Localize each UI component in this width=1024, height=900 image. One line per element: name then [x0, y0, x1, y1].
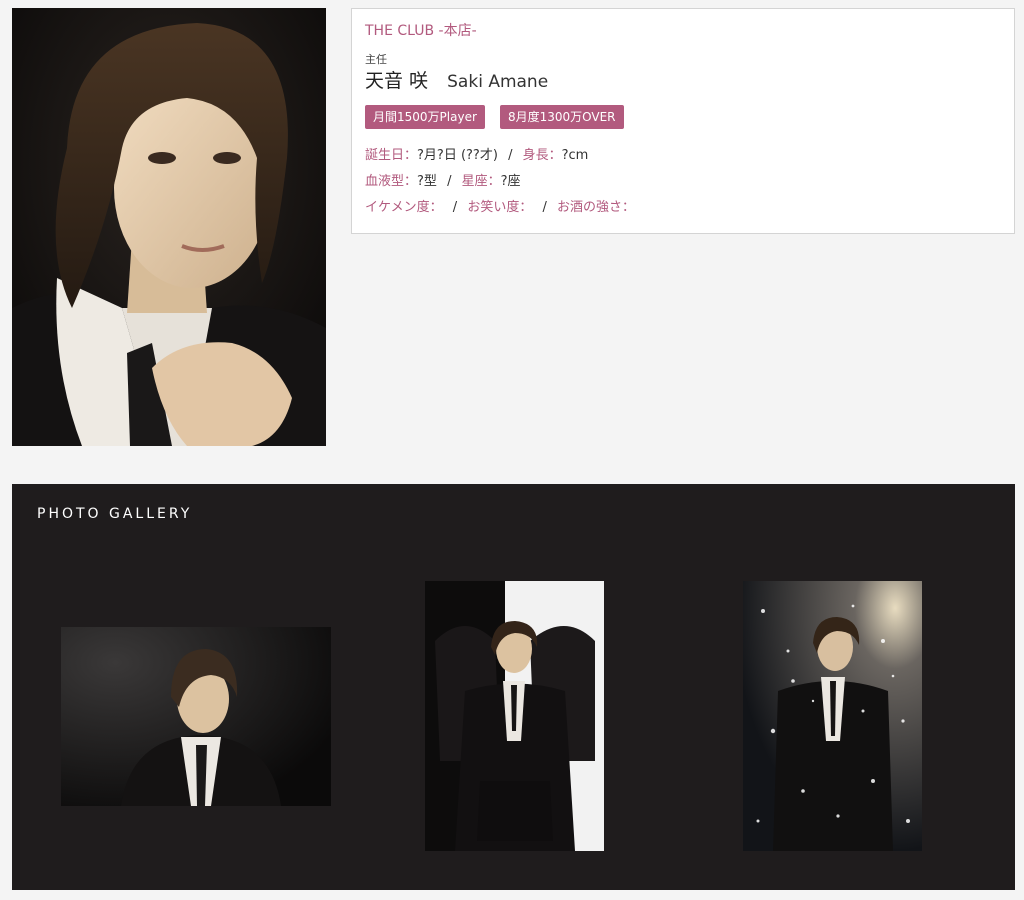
- name-row: 天音 咲 Saki Amane: [365, 69, 1001, 95]
- colon: ：: [404, 148, 418, 163]
- height-value: ?cm: [561, 148, 589, 163]
- position-label: 主任: [365, 53, 387, 66]
- colon: ：: [487, 174, 501, 189]
- separator: /: [452, 200, 458, 215]
- profile-photo: [12, 8, 326, 446]
- separator: /: [508, 148, 513, 163]
- humor-label: お笑い度: [467, 200, 520, 215]
- zodiac-label: 星座: [461, 174, 488, 189]
- gallery-photo[interactable]: [743, 581, 922, 851]
- separator: /: [447, 174, 452, 189]
- colon: ：: [519, 200, 533, 215]
- colon: ：: [622, 200, 636, 215]
- name-english: Saki Amane: [447, 72, 549, 92]
- detail-line-ratings: イケメン度： / お笑い度： / お酒の強さ：: [365, 195, 1001, 221]
- shop-name[interactable]: THE CLUB -本店-: [365, 21, 1001, 41]
- separator: /: [542, 200, 547, 215]
- looks-label: イケメン度: [365, 200, 430, 215]
- profile-details: 誕生日：?月?日 (??才) / 身長：?cm 血液型：?型 / 星座：?座 イ…: [365, 143, 1001, 221]
- achievement-badge: 月間1500万Player: [365, 105, 485, 129]
- colon: ：: [548, 148, 562, 163]
- gallery-photo[interactable]: [425, 581, 604, 851]
- blood-type-value: ?型: [417, 174, 437, 189]
- colon: ：: [404, 174, 418, 189]
- detail-line-blood-zodiac: 血液型：?型 / 星座：?座: [365, 169, 1001, 195]
- gallery-title: PHOTO GALLERY: [37, 506, 193, 522]
- blood-type-label: 血液型: [365, 174, 405, 189]
- zodiac-value: ?座: [500, 174, 521, 189]
- height-label: 身長: [522, 148, 549, 163]
- birthday-label: 誕生日: [365, 148, 405, 163]
- birthday-value: ?月?日 (??才): [417, 148, 498, 163]
- alcohol-strength-label: お酒の強さ: [557, 200, 623, 215]
- photo-gallery: PHOTO GALLERY: [12, 484, 1015, 890]
- profile-info-card: THE CLUB -本店- 主任 天音 咲 Saki Amane 月間1500万…: [351, 8, 1015, 234]
- gallery-photo[interactable]: [61, 627, 331, 806]
- name-japanese: 天音 咲: [365, 70, 429, 92]
- badge-list: 月間1500万Player 8月度1300万OVER: [365, 105, 1001, 129]
- colon: ：: [429, 200, 443, 215]
- achievement-badge: 8月度1300万OVER: [499, 105, 624, 129]
- detail-line-birthday-height: 誕生日：?月?日 (??才) / 身長：?cm: [365, 143, 1001, 169]
